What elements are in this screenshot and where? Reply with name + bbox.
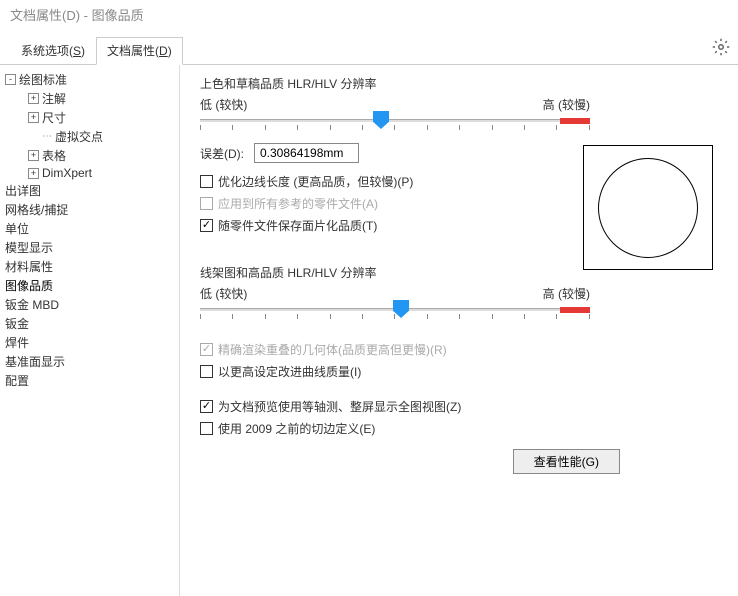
expand-icon[interactable]: +: [28, 150, 39, 161]
tree-item[interactable]: 单位: [0, 219, 179, 238]
legacy-checkbox[interactable]: [200, 422, 213, 435]
tree-item[interactable]: 材料属性: [0, 257, 179, 276]
tree-label: 表格: [42, 147, 66, 164]
tree-label: 单位: [5, 220, 29, 237]
shaded-quality-slider[interactable]: [200, 113, 590, 133]
precise-checkbox: [200, 343, 213, 356]
section-title: 上色和草稿品质 HLR/HLV 分辨率: [200, 75, 718, 92]
gear-icon[interactable]: [712, 38, 730, 56]
tree-label: 图像品质: [5, 277, 53, 294]
tree-item[interactable]: 模型显示: [0, 238, 179, 257]
tabs: 系统选项(S) 文档属性(D): [0, 37, 738, 65]
tree-item[interactable]: 网格线/捕捉: [0, 200, 179, 219]
tree-item[interactable]: 配置: [0, 371, 179, 390]
apply-all-label: 应用到所有参考的零件文件(A): [218, 195, 378, 212]
slider-high-label-2: 高 (较慢): [543, 285, 590, 302]
tree-item[interactable]: +尺寸: [0, 108, 179, 127]
main-panel: 上色和草稿品质 HLR/HLV 分辨率 低 (较快) 高 (较慢) 误差(D):…: [180, 65, 738, 596]
tree-label: 基准面显示: [5, 353, 65, 370]
preview-box: [583, 145, 713, 270]
tree-label: 出详图: [5, 182, 41, 199]
nav-tree: -绘图标准+注解+尺寸⋯虚拟交点+表格+DimXpert出详图网格线/捕捉单位模…: [0, 65, 180, 596]
tree-label: 焊件: [5, 334, 29, 351]
expand-icon[interactable]: +: [28, 112, 39, 123]
deviation-label: 误差(D):: [200, 145, 244, 162]
expand-icon[interactable]: +: [28, 168, 39, 179]
optimize-label: 优化边线长度 (更高品质，但较慢)(P): [218, 173, 413, 190]
slider-high-label: 高 (较慢): [543, 96, 590, 113]
improve-label: 以更高设定改进曲线质量(I): [218, 363, 361, 380]
view-performance-button[interactable]: 查看性能(G): [513, 449, 620, 474]
tree-label: 钣金: [5, 315, 29, 332]
save-tess-checkbox[interactable]: [200, 219, 213, 232]
tree-item[interactable]: 钣金: [0, 314, 179, 333]
collapse-icon[interactable]: -: [5, 74, 16, 85]
tree-label: 配置: [5, 372, 29, 389]
tree-item[interactable]: 图像品质: [0, 276, 179, 295]
improve-checkbox[interactable]: [200, 365, 213, 378]
tree-label: 尺寸: [42, 109, 66, 126]
tree-label: DimXpert: [42, 166, 92, 180]
tree-item[interactable]: +表格: [0, 146, 179, 165]
section-wireframe: 线架图和高品质 HLR/HLV 分辨率 低 (较快) 高 (较慢) 精确渲染重叠…: [200, 264, 718, 380]
apply-all-checkbox: [200, 197, 213, 210]
wireframe-quality-slider[interactable]: [200, 302, 590, 322]
tree-label: 绘图标准: [19, 71, 67, 88]
tree-item[interactable]: +注解: [0, 89, 179, 108]
tree-label: 钣金 MBD: [5, 296, 59, 313]
tree-item[interactable]: 出详图: [0, 181, 179, 200]
isometric-checkbox[interactable]: [200, 400, 213, 413]
tree-label: 网格线/捕捉: [5, 201, 68, 218]
tree-label: 材料属性: [5, 258, 53, 275]
tree-label: 虚拟交点: [55, 128, 103, 145]
isometric-label: 为文档预览使用等轴测、整屏显示全图视图(Z): [218, 398, 461, 415]
optimize-checkbox[interactable]: [200, 175, 213, 188]
deviation-input[interactable]: [254, 143, 359, 163]
tree-item[interactable]: 基准面显示: [0, 352, 179, 371]
window-title: 文档属性(D) - 图像品质: [0, 0, 738, 29]
tab-doc-properties[interactable]: 文档属性(D): [96, 37, 183, 65]
slider-low-label-2: 低 (较快): [200, 285, 247, 302]
tree-label: 模型显示: [5, 239, 53, 256]
precise-label: 精确渲染重叠的几何体(品质更高但更慢)(R): [218, 341, 447, 358]
tree-item[interactable]: 焊件: [0, 333, 179, 352]
expand-icon[interactable]: +: [28, 93, 39, 104]
legacy-label: 使用 2009 之前的切边定义(E): [218, 420, 375, 437]
save-tess-label: 随零件文件保存面片化品质(T): [218, 217, 377, 234]
tree-item[interactable]: +DimXpert: [0, 165, 179, 181]
slider-low-label: 低 (较快): [200, 96, 247, 113]
preview-circle: [598, 158, 698, 258]
tree-label: 注解: [42, 90, 66, 107]
tree-item[interactable]: -绘图标准: [0, 70, 179, 89]
tab-system-options[interactable]: 系统选项(S): [10, 37, 96, 64]
tree-item[interactable]: 钣金 MBD: [0, 295, 179, 314]
tree-item[interactable]: ⋯虚拟交点: [0, 127, 179, 146]
tree-branch-icon: ⋯: [42, 131, 52, 142]
